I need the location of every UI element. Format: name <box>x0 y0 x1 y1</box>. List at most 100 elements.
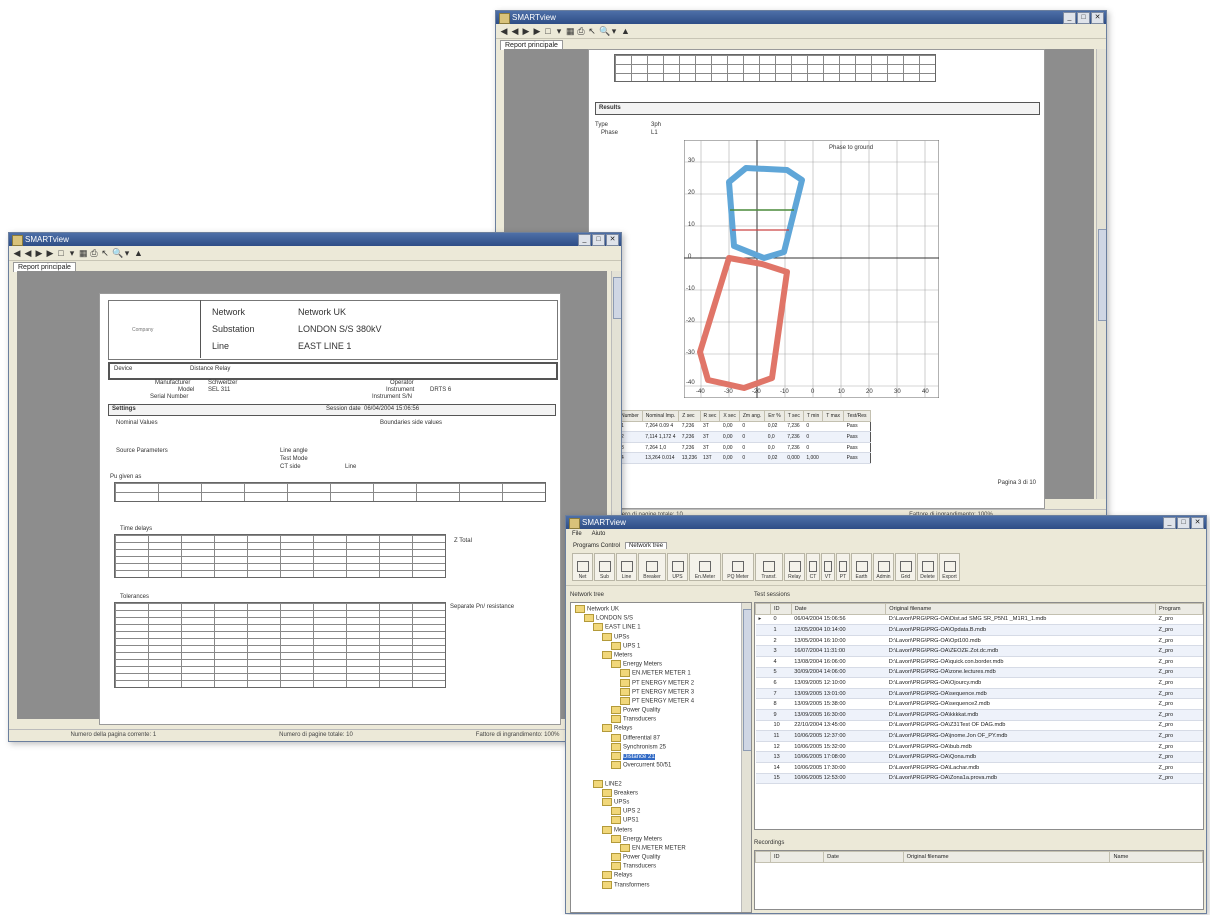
tree-node[interactable]: Energy Meters <box>575 834 694 844</box>
add-ct-button[interactable]: CT <box>806 553 820 581</box>
scroll-thumb[interactable] <box>743 609 751 751</box>
tree-node[interactable]: UPSs <box>575 797 694 807</box>
print-icon[interactable]: ⎙ <box>90 248 98 259</box>
table-row[interactable]: 14 10/06/2005 17:30:00 D:\Lavori\PRG\PRG-O… <box>755 762 1203 774</box>
grid-icon[interactable]: ▦ <box>79 248 88 259</box>
table-row[interactable]: 1 12/05/2004 10:14:00 D:\Lavori\PRG\PRG-OA… <box>755 624 1203 636</box>
minimize-button[interactable]: _ <box>1063 12 1076 24</box>
add-vt-button[interactable]: VT <box>821 553 835 581</box>
table-row[interactable]: ▸ 0 06/04/2004 15:06:56 D:\Lavori\PRG\PRG-O… <box>755 614 1203 626</box>
home-icon[interactable]: ▲ <box>621 26 630 36</box>
print-icon[interactable]: ⎙ <box>577 26 585 37</box>
tree-node[interactable]: Energy Meters <box>575 660 694 669</box>
first-page-button[interactable]: ◀ <box>13 248 21 259</box>
add-earth-button[interactable]: Earth <box>851 553 872 581</box>
zoom-icon[interactable]: 🔍 <box>599 26 610 37</box>
tree-node[interactable]: EN.METER METER <box>575 843 694 853</box>
table-row[interactable]: 4 13/08/2004 16:06:00 D:\Lavori\PRG\PRG-OA… <box>755 656 1203 668</box>
pointer-icon[interactable]: ↖ <box>588 26 596 37</box>
pointer-icon[interactable]: ↖ <box>101 248 109 259</box>
tree-node[interactable]: Overcurrent 50/51 <box>575 761 694 770</box>
add-breaker-button[interactable]: Breaker <box>638 553 666 581</box>
tree-node[interactable]: UPSs <box>575 632 694 642</box>
tree-node[interactable]: Differential 87 <box>575 733 694 743</box>
minimize-button[interactable]: _ <box>578 234 591 246</box>
minimize-button[interactable]: _ <box>1163 517 1176 529</box>
table-row[interactable]: 3 16/07/2004 11:31:00 D:\Lavori\PRG\PRG-OA… <box>755 645 1203 657</box>
next-page-button[interactable]: ▶ <box>35 248 43 259</box>
grid-icon[interactable]: ▦ <box>566 26 575 37</box>
tree-node[interactable]: UPS 1 <box>575 641 694 651</box>
tree-node[interactable]: LINE2 <box>575 779 694 789</box>
table-row[interactable]: 12 10/06/2005 15:32:00 D:\Lavori\PRG\PRG-O… <box>755 741 1203 753</box>
tree-node[interactable]: Meters <box>575 825 694 835</box>
tree-scrollbar[interactable] <box>741 603 751 912</box>
table-row[interactable]: 6 13/09/2005 12:10:00 D:\Lavori\PRG\PRG-OA… <box>755 677 1203 689</box>
tree-node[interactable]: PT ENERGY METER 4 <box>575 696 694 706</box>
col-filename[interactable]: Original filename <box>885 603 1157 615</box>
maximize-button[interactable]: □ <box>1177 517 1190 529</box>
tree-node[interactable]: LONDON S/S <box>575 614 694 623</box>
tree-node[interactable]: Power Quality <box>575 853 694 862</box>
add-pq-meter-button[interactable]: PQ Meter <box>722 553 754 581</box>
add-energy-meter-button[interactable]: En.Meter <box>689 553 721 581</box>
tree-node[interactable]: Meters <box>575 650 694 660</box>
menu-help[interactable]: Aiuto <box>592 529 606 539</box>
table-row[interactable]: 13 10/06/2005 17:08:00 D:\Lavori\PRG\PRG-O… <box>755 751 1203 763</box>
tree-node[interactable]: PT ENERGY METER 3 <box>575 687 694 697</box>
menu-file[interactable]: File <box>572 529 582 539</box>
tree-node[interactable] <box>575 770 694 779</box>
page-view-button[interactable]: □ <box>57 248 65 258</box>
col-id[interactable]: ID <box>769 851 825 863</box>
close-button[interactable]: ✕ <box>1191 517 1204 529</box>
home-icon[interactable]: ▲ <box>134 248 143 258</box>
table-row[interactable]: 9 13/09/2005 16:30:00 D:\Lavori\PRG\PRG-OA… <box>755 709 1203 721</box>
scroll-thumb[interactable] <box>1098 229 1106 321</box>
col-name[interactable]: Name <box>1109 851 1203 863</box>
table-row[interactable]: 8 13/09/2005 15:38:00 D:\Lavori\PRG\PRG-OA… <box>755 698 1203 710</box>
close-button[interactable]: ✕ <box>1091 12 1104 24</box>
add-pt-button[interactable]: PT <box>836 553 850 581</box>
tree-node[interactable]: EAST LINE 1 <box>575 623 694 632</box>
view-dropdown[interactable]: ▾ <box>68 248 76 259</box>
tree-node[interactable]: Distance 21 <box>575 752 694 761</box>
prev-page-button[interactable]: ◀ <box>511 26 519 37</box>
tree-node[interactable]: Relays <box>575 724 694 733</box>
maximize-button[interactable]: □ <box>1077 12 1090 24</box>
admin-button[interactable]: Admin <box>873 553 894 581</box>
tree-node[interactable]: Power Quality <box>575 706 694 715</box>
tree-node[interactable]: Transducers <box>575 715 694 724</box>
col-program[interactable]: Program <box>1155 603 1203 615</box>
table-row[interactable]: 11 10/06/2005 12:37:00 D:\Lavori\PRG\PRG-O… <box>755 730 1203 742</box>
maximize-button[interactable]: □ <box>592 234 605 246</box>
tree-node[interactable]: Synchronism 25 <box>575 742 694 752</box>
tree-node[interactable]: Breakers <box>575 788 694 798</box>
tree-node[interactable]: Relays <box>575 871 694 880</box>
table-row[interactable]: 10 22/10/2004 13:45:00 D:\Lavori\PRG\PRG-O… <box>755 720 1203 732</box>
tree-node[interactable]: Network UK <box>575 605 694 614</box>
last-page-button[interactable]: ▶ <box>533 26 541 37</box>
add-transformer-button[interactable]: Transf. <box>755 553 783 581</box>
zoom-dropdown[interactable]: ▾ <box>123 248 131 259</box>
zoom-icon[interactable]: 🔍 <box>112 248 123 259</box>
add-grid-button[interactable]: Grid <box>895 553 916 581</box>
tree-node[interactable]: PT ENERGY METER 2 <box>575 678 694 688</box>
export-button[interactable]: Export <box>939 553 960 581</box>
add-substation-button[interactable]: Sub <box>594 553 615 581</box>
close-button[interactable]: ✕ <box>606 234 619 246</box>
zoom-dropdown[interactable]: ▾ <box>610 26 618 37</box>
table-row[interactable]: 7 13/09/2005 13:01:00 D:\Lavori\PRG\PRG-OA… <box>755 688 1203 700</box>
prev-page-button[interactable]: ◀ <box>24 248 32 259</box>
tree-node[interactable]: Transducers <box>575 862 694 871</box>
view-dropdown[interactable]: ▾ <box>555 26 563 37</box>
col-filename[interactable]: Original filename <box>902 851 1111 863</box>
tree-node[interactable]: Transformers <box>575 880 694 890</box>
table-row[interactable]: 2 13/05/2004 16:10:00 D:\Lavori\PRG\PRG-OA… <box>755 635 1203 647</box>
last-page-button[interactable]: ▶ <box>46 248 54 259</box>
delete-button[interactable]: Delete <box>917 553 938 581</box>
table-row[interactable]: 5 30/09/2004 14:06:00 D:\Lavori\PRG\PRG-OA… <box>755 667 1203 679</box>
tree-node[interactable]: EN.METER METER 1 <box>575 669 694 678</box>
scroll-thumb[interactable] <box>613 277 621 319</box>
table-row[interactable]: 15 10/06/2005 12:53:00 D:\Lavori\PRG\PRG-O… <box>755 773 1203 785</box>
tree-node[interactable]: UPS1 <box>575 816 694 825</box>
